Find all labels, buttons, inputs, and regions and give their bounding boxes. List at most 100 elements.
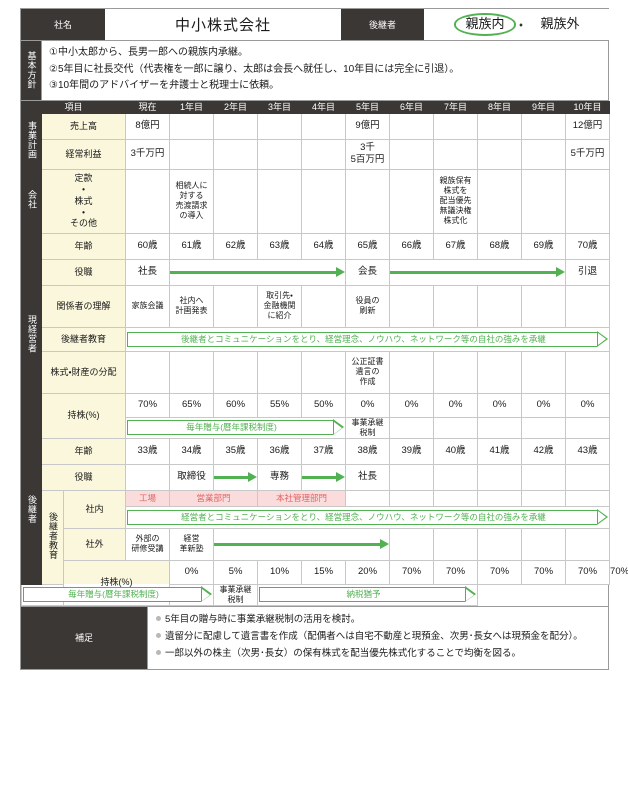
note-text-3: 一郎以外の株主（次男･長女）の保有株式を配当優先株式化することで均衡を図る。: [165, 648, 521, 660]
section-label-successor: 後継者: [21, 437, 42, 585]
su-pos-y10: [565, 463, 611, 491]
articles-y0: [125, 168, 171, 234]
cm-aa-y5: 公正証書 遺言の 作成: [345, 350, 391, 394]
row-su-internal-badges: 後継者教育 社内 工場 営業部門 本社管理部門: [22, 489, 611, 585]
su-age-y9: 42歳: [521, 437, 567, 465]
articles-y5: [345, 168, 391, 234]
row-cm-asset-allocation: 株式・財産の分配 公正証書 遺言の 作成: [22, 350, 611, 394]
cm-gift-banner-cell: 毎年贈与(暦年課税制度): [125, 416, 347, 439]
row-su-shareholding: 持株(%) 0% 5% 10% 15% 20% 70% 70% 70% 70% …: [22, 559, 628, 606]
row-cm-age: 現経営者 年齢 60歳 61歳 62歳 63歳 64歳 65歳 66歳 67歳 …: [21, 232, 611, 439]
cm-sh-y5: 役員の 刷新: [345, 284, 391, 328]
articles-y8: [477, 168, 523, 234]
su-pos-y7: [433, 463, 479, 491]
su-int-y8: [477, 489, 523, 507]
profit-y10: 5千万円: [565, 138, 611, 170]
item-label-cm-shareholding: 持株(%): [40, 392, 127, 439]
company-name-label: 社名: [21, 9, 105, 40]
badge-cell-factory: 工場: [125, 489, 171, 507]
section-label-business-plan: 事業計画: [21, 112, 42, 170]
cm-gift-y7: [433, 416, 479, 439]
cm-gift-y8: [477, 416, 523, 439]
su-ext-y1: 経営 革新塾: [169, 527, 215, 561]
cm-aa-y2: [213, 350, 259, 394]
su-share-y5: 70%: [389, 559, 435, 585]
cm-share-y0: 70%: [125, 392, 171, 418]
sales-y2: [213, 112, 259, 140]
su-pos-y6: [389, 463, 435, 491]
sublabel-successor-education: 後継者教育: [41, 489, 64, 585]
basic-policy-label: 基本方針: [21, 41, 41, 100]
badge-sales-dept: 営業部門: [170, 490, 258, 506]
cm-age-y10: 70歳: [565, 232, 611, 260]
sales-y7: [433, 112, 479, 140]
section-label-current-manager: 現経営者: [21, 232, 42, 439]
su-education-banner-cell: 経営者とコミュニケーションをとり、経営理念、ノウハウ、ネットワーク等の自社の強み…: [125, 505, 611, 529]
cm-sh-y6: [389, 284, 435, 328]
su-pos-y1: 取締役: [169, 463, 215, 491]
cm-age-y8: 68歳: [477, 232, 523, 260]
profit-y0: 3千万円: [125, 138, 171, 170]
su-share-y3: 15%: [301, 559, 347, 585]
cm-share-y1: 65%: [169, 392, 215, 418]
item-label-cm-position: 役職: [40, 258, 127, 286]
bullet-icon: [156, 615, 161, 621]
articles-y3: [257, 168, 303, 234]
su-gift-banner-cell: 毎年贈与(暦年課税制度): [20, 583, 215, 606]
item-label-cm-age: 年齢: [40, 232, 127, 260]
su-pos-y0: [125, 463, 171, 491]
articles-y7: 親族保有 株式を 配当優先 無議決権 株式化: [433, 168, 479, 234]
row-cm-shareholding: 持株(%) 70% 65% 60% 55% 50% 0% 0% 0% 0% 0%…: [22, 392, 611, 439]
cm-aa-y6: [389, 350, 435, 394]
section-label-company: 会社: [21, 168, 42, 234]
su-share-y0: 0%: [169, 559, 215, 585]
supplementary-notes-section: 補足 5年目の贈与時に事業承継税制の活用を検討。 遺留分に配慮して遺言書を作成（…: [21, 605, 608, 669]
cm-sh-y10: [565, 284, 611, 328]
su-ext-y6: [389, 527, 435, 561]
basic-policy-body: ①中小太郎から、長男一郎への親族内承継。 ②5年目に社長交代（代表権を一郎に譲り…: [41, 41, 608, 100]
cm-aa-y10: [565, 350, 611, 394]
cm-aa-y7: [433, 350, 479, 394]
cm-share-y7: 0%: [433, 392, 479, 418]
row-sales: 事業計画 売上高 8億円 9億円 12億円: [21, 112, 611, 170]
col-header-y7: 7年目: [433, 100, 479, 114]
su-share-y8: 70%: [521, 559, 567, 585]
su-int-y6: [389, 489, 435, 507]
banner-manager-communication: 経営者とコミュニケーションをとり、経営理念、ノウハウ、ネットワーク等の自社の強み…: [127, 508, 609, 526]
su-age-y6: 39歳: [389, 437, 435, 465]
su-ext-arrow-cell: [213, 527, 391, 561]
cm-aa-y1: [169, 350, 215, 394]
supplementary-notes-body: 5年目の贈与時に事業承継税制の活用を検討。 遺留分に配慮して遺言書を作成（配偶者…: [147, 606, 608, 669]
su-share-y7: 70%: [477, 559, 523, 585]
badge-hq-admin-dept: 本社管理部門: [258, 490, 346, 506]
sales-y4: [301, 112, 347, 140]
sales-y10: 12億円: [565, 112, 611, 140]
cm-aa-y4: [301, 350, 347, 394]
col-header-item: 項目: [20, 100, 127, 114]
cm-pos-y0: 社長: [125, 258, 171, 286]
su-share-y4: 20%: [345, 559, 391, 585]
articles-y4: [301, 168, 347, 234]
profit-y3: [257, 138, 303, 170]
option-outside-family[interactable]: 親族外: [541, 16, 580, 31]
note-text-2: 遺留分に配慮して遺言書を作成（配偶者へは自宅不動産と現預金、次男･長女へは現預金…: [165, 631, 583, 642]
cm-gift-y9: [521, 416, 567, 439]
articles-y10: [565, 168, 611, 234]
cm-sh-y3: 取引先・ 金融機関 に紹介: [257, 284, 303, 328]
col-header-y10: 10年目: [565, 100, 611, 114]
profit-y1: [169, 138, 215, 170]
banner-annual-gift-successor: 毎年贈与(暦年課税制度): [23, 586, 213, 603]
cm-sh-y4: [301, 284, 347, 328]
articles-y1: 相続人に 対する 売渡請求 の導入: [169, 168, 215, 234]
note-item-3: 一郎以外の株主（次男･長女）の保有株式を配当優先株式化することで均衡を図る。: [156, 647, 600, 661]
option-inside-family[interactable]: 親族内: [454, 13, 516, 36]
cm-share-y2: 60%: [213, 392, 259, 418]
cm-share-y8: 0%: [477, 392, 523, 418]
sales-y5: 9億円: [345, 112, 391, 140]
bullet-icon: [156, 633, 161, 638]
item-label-su-internal: 社内: [62, 489, 127, 529]
col-header-y9: 9年目: [521, 100, 567, 114]
su-age-y8: 41歳: [477, 437, 523, 465]
note-item-1: 5年目の贈与時に事業承継税制の活用を検討。: [156, 613, 600, 627]
su-tax-system-cell: 事業承継 税制: [213, 583, 259, 606]
